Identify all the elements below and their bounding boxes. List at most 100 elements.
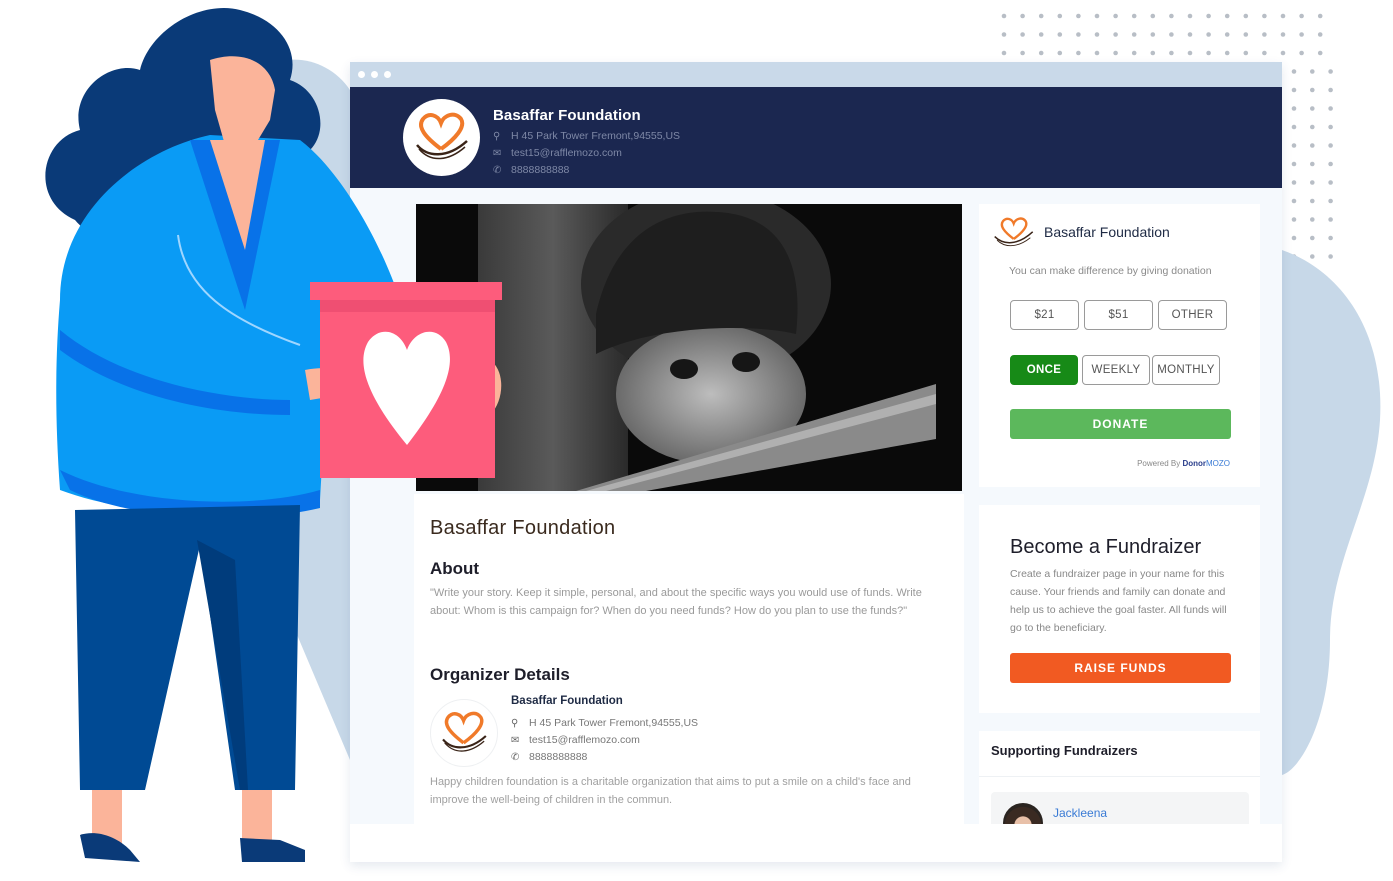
org-phone: ✆ 8888888888 <box>493 164 570 176</box>
decorative-dot <box>1310 180 1315 185</box>
decorative-dot <box>1206 32 1211 37</box>
decorative-dot <box>1113 50 1118 56</box>
decorative-dot <box>1094 32 1100 37</box>
decorative-dot <box>1206 13 1211 19</box>
decorative-dot <box>1328 235 1333 241</box>
become-fundraizer-card: Become a Fundraizer Create a fundraizer … <box>979 505 1260 713</box>
decorative-dot <box>1131 50 1137 56</box>
window-dot-icon <box>371 71 378 78</box>
decorative-dot <box>1038 50 1044 56</box>
decorative-dot <box>1328 69 1333 74</box>
frequency-weekly-button[interactable]: WEEKLY <box>1082 355 1150 385</box>
decorative-dot <box>1291 161 1297 167</box>
decorative-dot <box>1310 106 1315 111</box>
decorative-dot <box>1310 254 1315 259</box>
org-header: Basaffar Foundation ⚲ H 45 Park Tower Fr… <box>350 87 1282 188</box>
window-dot-icon <box>384 71 391 78</box>
decorative-dot <box>1310 143 1315 148</box>
decorative-dot <box>1317 50 1323 56</box>
decorative-dot <box>1299 13 1304 19</box>
decorative-dot <box>1206 50 1211 56</box>
raise-funds-button[interactable]: RAISE FUNDS <box>1010 653 1231 683</box>
decorative-dot <box>1113 32 1118 37</box>
envelope-icon: ✉ <box>493 147 502 159</box>
decorative-dot <box>1328 87 1333 93</box>
decorative-dot <box>1243 50 1249 56</box>
decorative-dot <box>1310 235 1315 241</box>
decorative-dot <box>1001 50 1007 56</box>
frequency-monthly-button[interactable]: MONTHLY <box>1152 355 1220 385</box>
heart-hands-logo-icon <box>416 112 468 160</box>
fundraizer-text: Create a fundraizer page in your name fo… <box>1010 568 1227 634</box>
donation-subtitle: You can make difference by giving donati… <box>1009 265 1212 277</box>
decorative-dot <box>1328 143 1333 148</box>
about-heading: About <box>430 559 480 578</box>
decorative-dot <box>1328 254 1333 259</box>
amount-other-button[interactable]: OTHER <box>1158 300 1227 330</box>
window-dot-icon <box>358 71 365 78</box>
decorative-dot <box>1020 50 1025 56</box>
browser-bottom <box>350 824 1282 862</box>
organizer-logo <box>430 699 498 767</box>
phone-icon: ✆ <box>493 164 502 176</box>
decorative-dot <box>1291 254 1297 259</box>
decorative-dot <box>1310 217 1315 222</box>
decorative-dot <box>1291 124 1297 130</box>
fundraizer-name[interactable]: Jackleena <box>1053 806 1107 820</box>
decorative-dot <box>1291 217 1297 222</box>
decorative-dot <box>1299 32 1304 37</box>
decorative-dot <box>1243 13 1249 19</box>
map-marker-icon: ⚲ <box>493 130 501 142</box>
donation-org-name: Basaffar Foundation <box>1044 224 1170 240</box>
organizer-description: Happy children foundation is a charitabl… <box>430 776 911 806</box>
decorative-dot <box>1310 124 1315 130</box>
organizer-heading: Organizer Details <box>430 665 570 684</box>
decorative-dot <box>1076 32 1081 37</box>
decorative-dot <box>1150 13 1156 19</box>
brand-mozo[interactable]: MOZO <box>1206 459 1230 468</box>
decorative-dot <box>1328 161 1333 167</box>
decorative-dot <box>1291 87 1297 93</box>
decorative-dot <box>1187 13 1193 19</box>
donation-card: Basaffar Foundation You can make differe… <box>979 204 1260 487</box>
decorative-dot <box>1094 50 1100 56</box>
map-marker-icon: ⚲ <box>511 717 519 729</box>
frequency-once-button[interactable]: ONCE <box>1010 355 1078 385</box>
heart-hands-logo-icon <box>442 711 487 752</box>
organizer-name: Basaffar Foundation <box>511 695 623 707</box>
decorative-dot <box>1291 106 1297 111</box>
powered-by: Powered By DonorMOZO <box>1137 459 1230 468</box>
decorative-dot <box>1262 50 1267 56</box>
decorative-dot <box>1310 161 1315 167</box>
supporting-title: Supporting Fundraizers <box>991 743 1138 758</box>
browser-window: Basaffar Foundation ⚲ H 45 Park Tower Fr… <box>350 62 1282 862</box>
org-email: ✉ test15@rafflemozo.com <box>493 147 622 159</box>
decorative-dot <box>1280 13 1286 19</box>
brand-donor[interactable]: Donor <box>1182 459 1206 468</box>
organizer-phone: ✆ 8888888888 <box>511 751 588 763</box>
organizer-address: ⚲ H 45 Park Tower Fremont,94555,US <box>511 717 699 729</box>
campaign-details-card: Basaffar Foundation About "Write your st… <box>414 494 964 824</box>
decorative-dot <box>1150 32 1156 37</box>
decorative-dot <box>1317 32 1323 37</box>
campaign-title: Basaffar Foundation <box>430 517 616 539</box>
decorative-dot <box>1317 13 1323 19</box>
decorative-dot <box>1262 13 1267 19</box>
decorative-dot <box>1113 13 1118 19</box>
decorative-dot <box>1328 124 1333 130</box>
decorative-dot <box>1328 217 1333 222</box>
decorative-dot <box>1310 198 1315 204</box>
divider <box>979 776 1260 777</box>
amount-51-button[interactable]: $51 <box>1084 300 1153 330</box>
decorative-dot <box>1057 32 1063 37</box>
phone-icon: ✆ <box>511 751 520 763</box>
org-name: Basaffar Foundation <box>493 107 641 124</box>
amount-21-button[interactable]: $21 <box>1010 300 1079 330</box>
decorative-dot <box>1076 50 1081 56</box>
heart-hands-logo-icon <box>994 217 1034 247</box>
decorative-dot <box>1020 13 1025 19</box>
donate-button[interactable]: DONATE <box>1010 409 1231 439</box>
decorative-dot <box>1224 13 1230 19</box>
decorative-dot <box>1020 32 1025 37</box>
decorative-dot <box>1169 13 1174 19</box>
